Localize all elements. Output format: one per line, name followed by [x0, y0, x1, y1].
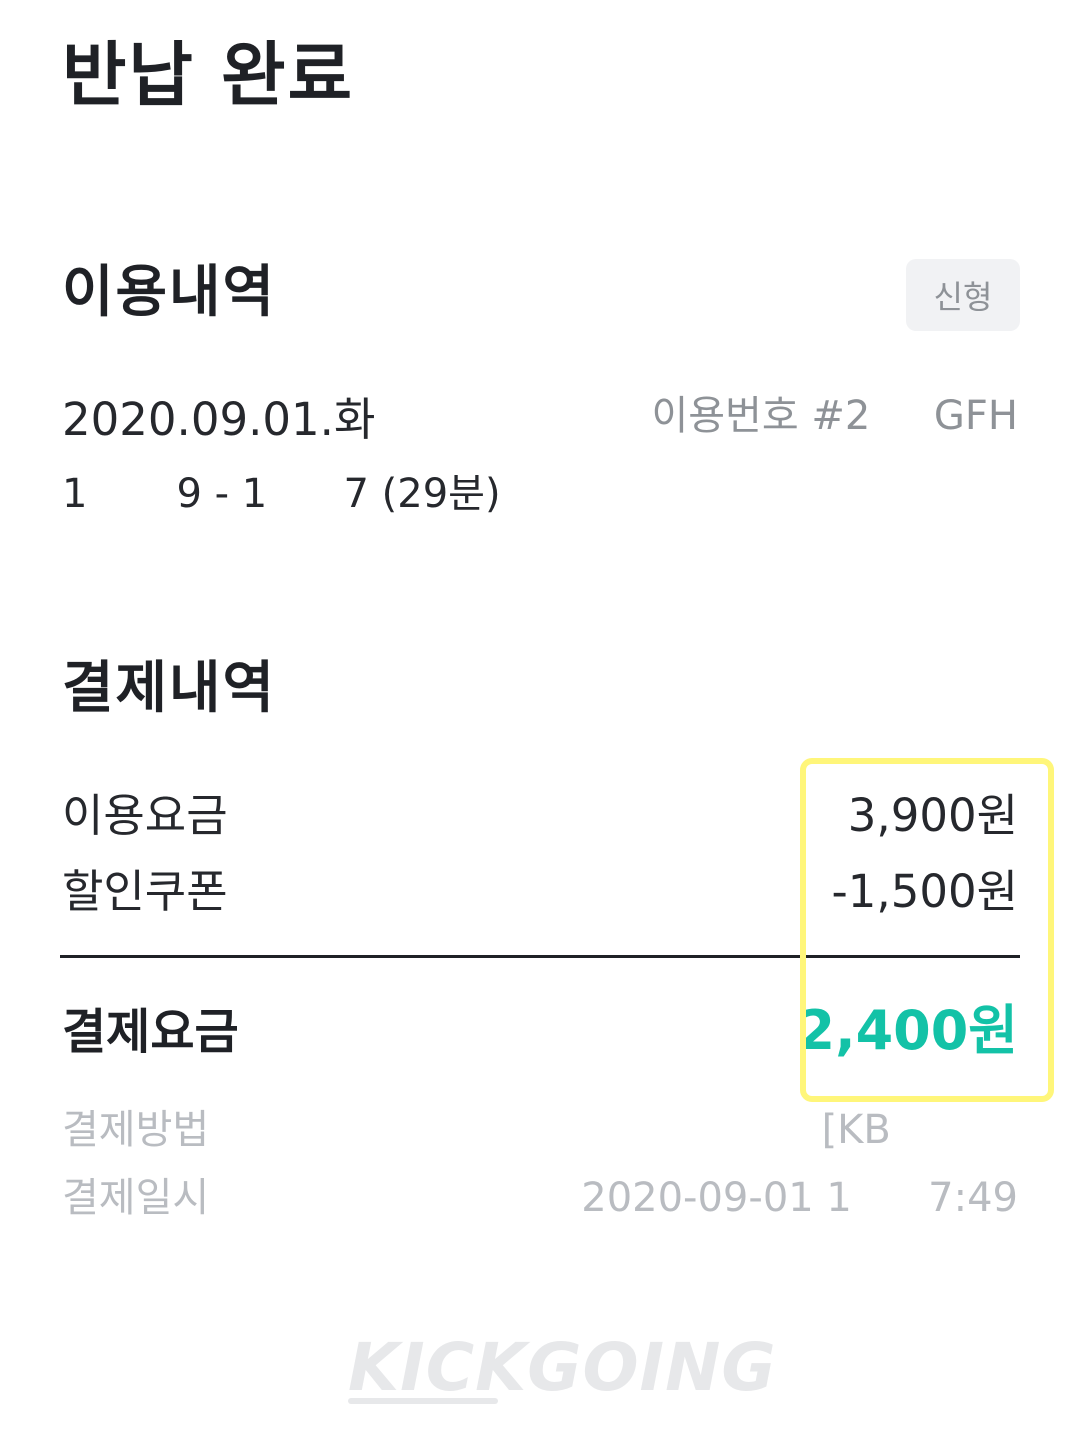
total-label: 결제요금	[62, 1004, 239, 1060]
brand-logo-underline	[348, 1398, 498, 1404]
payment-datetime-label: 결제일시	[62, 1175, 210, 1221]
fare-label: 이용요금	[62, 789, 228, 842]
payment-datetime-value: 2020-09-01 1 7:49	[581, 1175, 1018, 1221]
model-badge-label: 신형	[933, 278, 993, 316]
payment-section-title: 결제내역	[62, 656, 277, 721]
payment-method-value: [KB	[821, 1107, 1018, 1153]
usage-number: 이용번호 #2 GFH	[651, 393, 1018, 439]
coupon-label: 할인쿠폰	[62, 865, 228, 918]
usage-time-range: 1 9 - 1 7 (29분)	[62, 471, 501, 517]
payment-method-label: 결제방법	[62, 1107, 210, 1153]
usage-section-title: 이용내역	[62, 260, 277, 325]
brand-logo: KICKGOING	[340, 1330, 776, 1410]
usage-date: 2020.09.01.화	[62, 393, 376, 446]
page-title: 반납 완료	[62, 34, 354, 116]
brand-logo-text: KICKGOING	[348, 1329, 777, 1406]
model-badge: 신형	[906, 259, 1020, 331]
highlight-box	[800, 758, 1054, 1102]
